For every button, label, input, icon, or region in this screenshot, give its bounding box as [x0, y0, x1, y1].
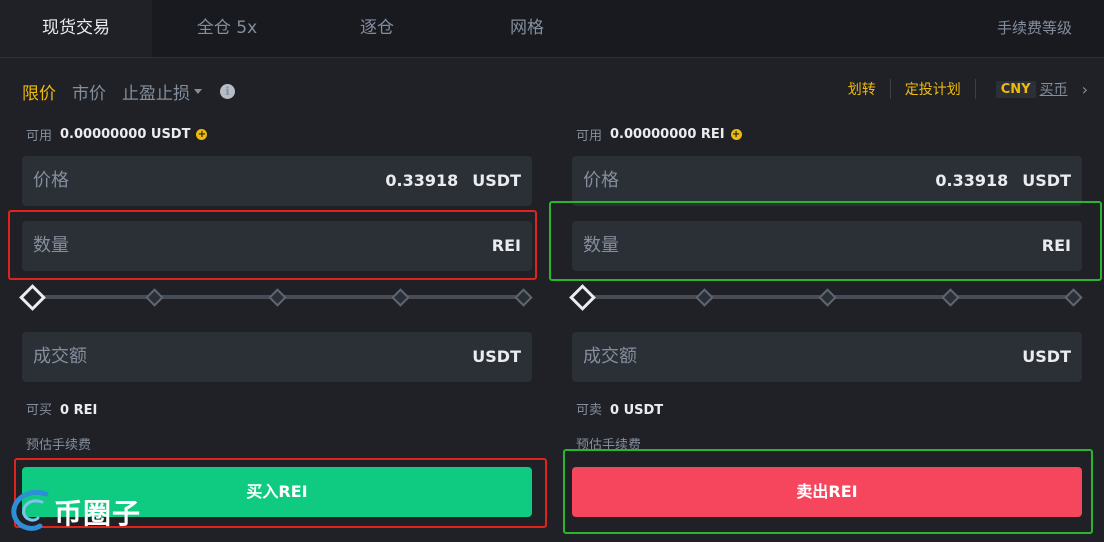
buy-max: 可买 0 REI [26, 399, 97, 418]
sell-price-unit: USDT [1022, 171, 1071, 190]
add-funds-icon[interactable]: + [730, 129, 742, 140]
slider-handle[interactable] [19, 284, 46, 311]
watermark-swirl-icon [11, 490, 49, 531]
buy-total-label: 成交额 [33, 346, 87, 367]
sell-max-label: 可卖 [576, 403, 603, 418]
buy-available-value: 0.00000000 USDT [60, 127, 191, 142]
add-funds-icon[interactable]: + [196, 129, 208, 140]
sell-available-label: 可用 [576, 129, 603, 144]
watermark-logo: 币圈子 [8, 484, 158, 534]
buy-max-value: 0 REI [60, 403, 98, 418]
chevron-right-icon[interactable]: › [1082, 80, 1088, 99]
highlight-sell-amount [549, 201, 1102, 281]
sell-available-value: 0.00000000 REI [610, 127, 725, 142]
highlight-sell-button [563, 449, 1093, 534]
buy-price-unit: USDT [472, 171, 521, 190]
buy-fee-label[interactable]: 预估手续费 [26, 434, 91, 453]
highlight-buy-amount [8, 210, 537, 280]
sell-total-unit: USDT [1022, 347, 1071, 366]
sell-price-input[interactable]: 价格 0.33918 USDT [572, 156, 1082, 206]
buy-available: 可用 0.00000000 USDT + [26, 125, 208, 144]
slider-step-25[interactable] [695, 288, 714, 307]
sell-amount-slider[interactable] [569, 284, 1083, 311]
slider-step-100[interactable] [1064, 288, 1083, 307]
slider-step-100[interactable] [514, 288, 533, 307]
buy-price-input[interactable]: 价格 0.33918 USDT [22, 156, 532, 206]
buy-total-input[interactable]: 成交额 USDT [22, 332, 532, 382]
watermark-text: 币圈子 [54, 497, 142, 530]
slider-step-50[interactable] [818, 288, 837, 307]
sell-price-value[interactable]: 0.33918 [935, 171, 1008, 190]
buy-available-label: 可用 [26, 129, 53, 144]
buy-price-value[interactable]: 0.33918 [385, 171, 458, 190]
slider-step-50[interactable] [268, 288, 287, 307]
sell-max-value: 0 USDT [610, 403, 664, 418]
sell-available: 可用 0.00000000 REI + [576, 125, 742, 144]
buy-price-label: 价格 [33, 170, 69, 191]
slider-step-25[interactable] [145, 288, 164, 307]
slider-step-75[interactable] [391, 288, 410, 307]
slider-handle[interactable] [569, 284, 596, 311]
sell-total-input[interactable]: 成交额 USDT [572, 332, 1082, 382]
buy-amount-slider[interactable] [19, 284, 533, 311]
slider-step-75[interactable] [941, 288, 960, 307]
buy-total-unit: USDT [472, 347, 521, 366]
sell-max: 可卖 0 USDT [576, 399, 663, 418]
buy-max-label: 可买 [26, 403, 53, 418]
sell-price-label: 价格 [583, 170, 619, 191]
sell-total-label: 成交额 [583, 346, 637, 367]
